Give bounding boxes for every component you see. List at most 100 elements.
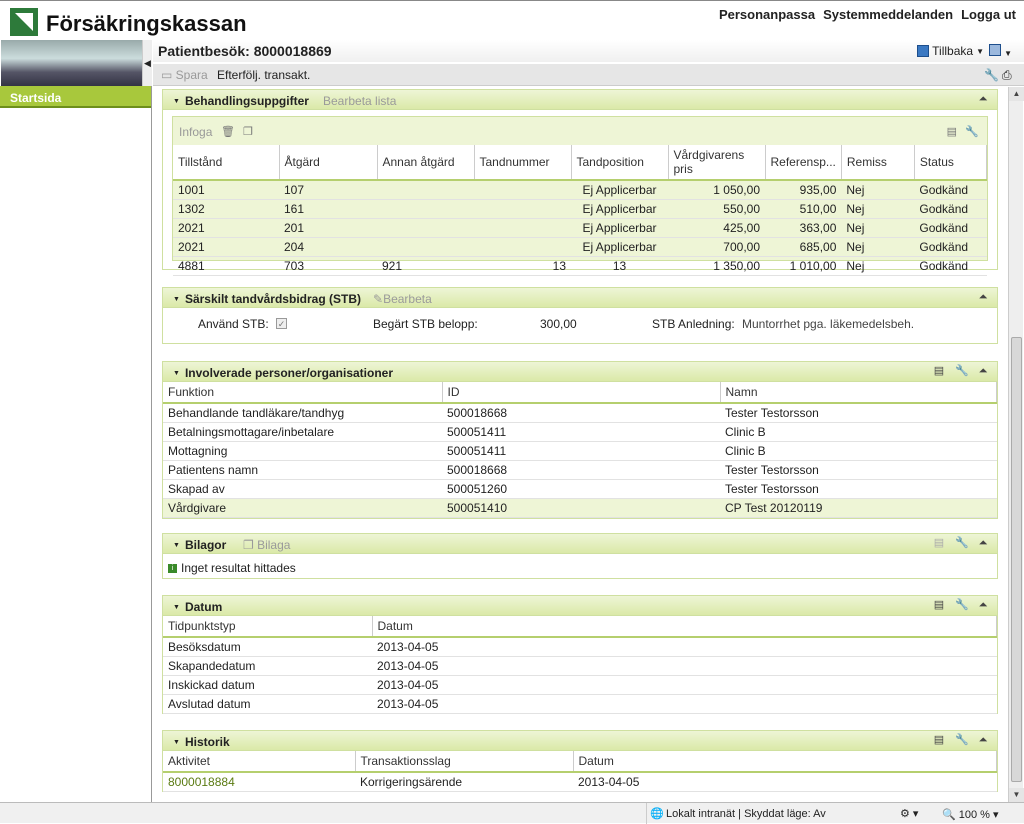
copy-icon[interactable]: ❐ [243,125,253,138]
logout-link[interactable]: Logga ut [961,7,1016,22]
wrench-icon[interactable]: 🔧 [984,68,999,82]
collapse-sidebar-icon[interactable]: ◀ [142,40,152,86]
collapse-icon[interactable]: ⏶ [977,537,989,549]
column-header[interactable]: Status [914,145,988,181]
table-row[interactable]: 1001 107 Ej Applicerbar 1 050,00 935,00 Nej Go… [173,180,987,200]
table-cell: Clinic B [720,422,997,442]
table-cell[interactable]: 8000018884 [163,772,355,792]
table-cell [377,218,474,238]
table-cell: 2021 [173,218,279,238]
table-cell: Ej Applicerbar [571,199,668,219]
column-header[interactable]: Tillstånd [173,145,280,181]
export-icon[interactable]: ▤ [933,734,945,746]
treatment-title[interactable]: Behandlingsuppgifter [173,94,309,108]
dates-title[interactable]: Datum [173,600,222,614]
column-header[interactable]: Namn [720,382,997,404]
table-row[interactable]: Skapad av 500051260 Tester Testorsson [163,479,997,499]
column-header[interactable]: Datum [372,616,997,638]
table-cell: 935,00 [765,180,842,200]
table-row[interactable]: 2021 201 Ej Applicerbar 425,00 363,00 Nej Godk… [173,218,987,238]
collapse-icon[interactable]: ⏶ [977,599,989,611]
table-row[interactable]: Inskickad datum 2013-04-05 [163,675,997,695]
column-header[interactable]: ID [442,382,721,404]
column-header[interactable]: Remiss [841,145,915,181]
use-stb-checkbox[interactable]: ✓ [276,318,287,329]
column-header[interactable]: Aktivitet [163,751,356,773]
attachments-title[interactable]: Bilagor [173,538,226,552]
table-row[interactable]: 8000018884 Korrigeringsärende 2013-04-05 [163,772,997,792]
save-button[interactable]: ▭ Spara [161,68,208,82]
zoom-control[interactable]: 🔍 100 % ▾ [942,808,999,821]
table-row[interactable]: Patientens namn 500018668 Tester Testorsso… [163,460,997,480]
follow-transaction-button[interactable]: Efterfölj. transakt. [217,68,310,82]
back-label: Tillbaka [932,44,974,58]
table-cell: 500018668 [442,403,720,423]
table-cell: 161 [279,199,377,219]
table-row[interactable]: Mottagning 500051411 Clinic B [163,441,997,461]
chevron-down-icon[interactable]: ▼ [976,47,984,56]
print-icon[interactable]: ⎙ [1002,68,1014,82]
trash-icon[interactable]: 🗑 [221,125,235,138]
column-header[interactable]: Tandnummer [474,145,572,181]
forward-button[interactable]: ▼ [988,44,1012,59]
table-cell: Tester Testorsson [720,460,997,480]
column-header[interactable]: Datum [573,751,997,773]
wrench-icon[interactable]: 🔧 [955,599,969,611]
stb-amount-value: 300,00 [540,317,577,331]
add-attachment-link[interactable]: ❐ Bilaga [243,538,290,552]
table-cell: CP Test 20120119 [720,498,997,518]
involved-table: Funktion ID Namn Behandlande tandläkare/… [163,382,997,518]
personalize-link[interactable]: Personanpassa [719,7,815,22]
table-cell: 204 [279,237,377,257]
export-icon[interactable]: ▤ [933,365,945,377]
collapse-icon[interactable]: ⏶ [977,291,989,303]
dates-panel: Datum ▤ 🔧 ⏶ Tidpunktstyp Datum Besöksdatum… [162,595,998,714]
table-row[interactable]: Besöksdatum 2013-04-05 [163,637,997,657]
stb-title[interactable]: Särskilt tandvårdsbidrag (STB) [173,292,361,306]
protected-mode-icon[interactable]: ⚙ ▾ [900,807,918,820]
sidebar-item-startsida[interactable]: Startsida [0,86,151,108]
history-title[interactable]: Historik [173,735,230,749]
scroll-down-icon[interactable]: ▼ [1009,788,1024,802]
export-icon[interactable]: ▤ [947,125,957,138]
vertical-scrollbar[interactable]: ▲ ▼ [1008,87,1024,802]
collapse-icon[interactable]: ⏶ [977,93,989,105]
column-header[interactable]: Vårdgivarens pris [668,145,766,181]
toolbar: ▭ Spara Efterfölj. transakt. 🔧 ⎙ [153,64,1024,86]
system-messages-link[interactable]: Systemmeddelanden [823,7,953,22]
involved-title[interactable]: Involverade personer/organisationer [173,366,393,380]
collapse-icon[interactable]: ⏶ [977,365,989,377]
table-row[interactable]: Behandlande tandläkare/tandhyg 500018668 T… [163,403,997,423]
column-header[interactable]: Referensp... [765,145,842,181]
table-row[interactable]: Avslutad datum 2013-04-05 [163,694,997,714]
scroll-thumb[interactable] [1011,337,1022,782]
stb-edit-link[interactable]: ✎Bearbeta [373,292,432,306]
export-icon[interactable]: ▤ [933,599,945,611]
collapse-icon[interactable]: ⏶ [977,734,989,746]
table-row[interactable]: 1302 161 Ej Applicerbar 550,00 510,00 Nej Godk… [173,199,987,219]
main-content: Behandlingsuppgifter Bearbeta lista ⏶ In… [153,87,1008,802]
insert-button[interactable]: Infoga [179,125,212,139]
table-row[interactable]: 4881 703 921 13 13 1 350,00 1 010,00 Nej Godkänd [173,256,987,276]
table-row[interactable]: Skapandedatum 2013-04-05 [163,656,997,676]
column-header[interactable]: Funktion [163,382,443,404]
column-header[interactable]: Tidpunktstyp [163,616,373,638]
table-cell: 1 350,00 [668,256,765,276]
table-cell: 1 010,00 [765,256,842,276]
wrench-icon[interactable]: 🔧 [965,125,979,138]
column-header[interactable]: Åtgärd [279,145,378,181]
wrench-icon[interactable]: 🔧 [955,734,969,746]
column-header[interactable]: Tandposition [571,145,669,181]
edit-list-link[interactable]: Bearbeta lista [323,94,396,108]
table-row[interactable]: 2021 204 Ej Applicerbar 700,00 685,00 Nej Godk… [173,237,987,257]
back-button[interactable]: Tillbaka ▼ [917,44,984,58]
column-header[interactable]: Transaktionsslag [355,751,574,773]
scroll-up-icon[interactable]: ▲ [1009,87,1024,101]
column-header[interactable]: Annan åtgärd [377,145,475,181]
wrench-icon[interactable]: 🔧 [955,537,969,549]
table-cell: Ej Applicerbar [571,237,668,257]
table-row[interactable]: Betalningsmottagare/inbetalare 500051411 C… [163,422,997,442]
table-row[interactable]: Vårdgivare 500051410 CP Test 20120119 [163,498,997,518]
table-cell: Ej Applicerbar [571,218,668,238]
wrench-icon[interactable]: 🔧 [955,365,969,377]
